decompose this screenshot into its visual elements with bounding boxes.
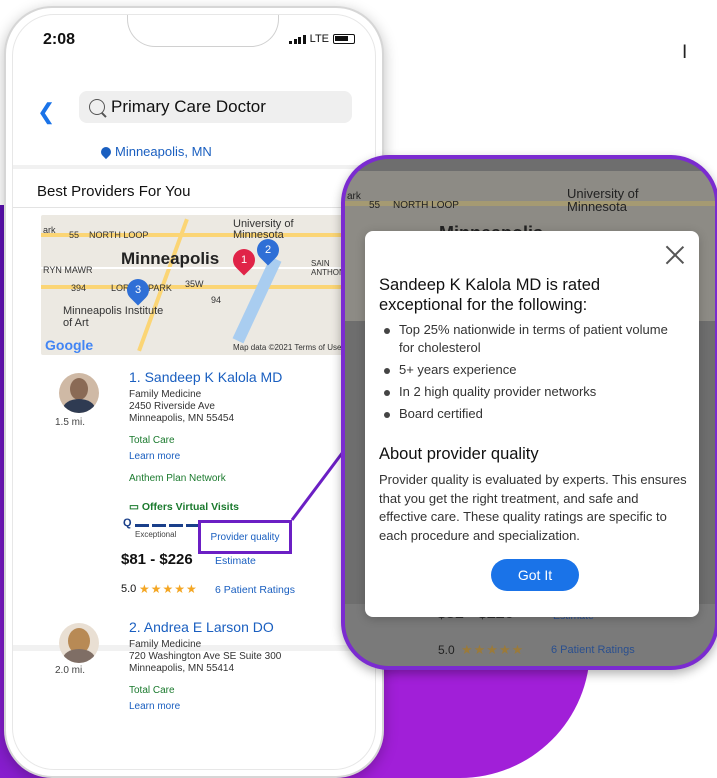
section-divider xyxy=(13,207,375,208)
map-label: SAIN ANTHON xyxy=(311,259,345,277)
phone-notch xyxy=(127,15,279,47)
quality-caption: Exceptional xyxy=(135,530,177,539)
price-range: $81 - $226 xyxy=(121,551,193,568)
about-text: Provider quality is evaluated by experts… xyxy=(379,472,687,543)
zoom-rating: 5.0 xyxy=(438,643,455,657)
location-label: Minneapolis, MN xyxy=(115,144,212,159)
reason-list: Top 25% nationwide in terms of patient v… xyxy=(379,321,679,427)
battery-icon xyxy=(333,34,355,44)
map-label: 35W xyxy=(185,279,204,289)
map-label: 55 xyxy=(69,230,80,240)
reason-item: In 2 high quality provider networks xyxy=(379,383,679,401)
provider-quality-link[interactable]: Provider quality xyxy=(198,520,292,554)
estimate-link[interactable]: Estimate xyxy=(215,555,256,567)
status-time: 2:08 xyxy=(43,31,76,48)
phone-screen: 2:08 LTE ❮ Primary Care Doctor Minneapol… xyxy=(12,14,376,770)
learn-more-link[interactable]: Learn more xyxy=(129,451,180,462)
zoom-star-icon: ★★★★★ xyxy=(461,642,525,657)
map-label: University of Minnesota xyxy=(567,186,639,214)
side-letter: I xyxy=(682,42,688,63)
plan-name: Total Care xyxy=(129,685,175,696)
star-rating-icon: ★★★★★ xyxy=(139,582,198,596)
google-logo: Google xyxy=(45,337,94,353)
map-marker-1[interactable]: 1 xyxy=(228,244,260,276)
modal-title: Sandeep K Kalola MD is rated exceptional… xyxy=(379,276,601,314)
map-credit: Map data ©2021 Terms of Use xyxy=(233,343,342,352)
map-label: University of Minnesota xyxy=(233,218,294,241)
provider-avatar xyxy=(59,623,99,663)
quality-bar xyxy=(152,524,166,527)
provider-map[interactable]: ark 55 NORTH LOOP University of Minnesot… xyxy=(41,215,345,355)
map-label: 394 xyxy=(71,283,87,293)
close-icon[interactable] xyxy=(665,245,685,265)
learn-more-link[interactable]: Learn more xyxy=(129,701,180,712)
map-label: Minneapolis Institute of Art xyxy=(63,305,164,329)
map-label: NORTH LOOP xyxy=(393,200,459,211)
map-label: ark xyxy=(347,191,361,202)
provider-specialty: Family Medicine xyxy=(129,389,202,400)
search-input[interactable]: Primary Care Doctor xyxy=(79,91,352,123)
quality-bar xyxy=(135,524,149,527)
provider-address-city: Minneapolis, MN 55414 xyxy=(129,663,235,674)
reason-item: Board certified xyxy=(379,405,679,423)
quality-bar xyxy=(169,524,183,527)
reason-item: Top 25% nationwide in terms of patient v… xyxy=(379,321,679,357)
map-label: 55 xyxy=(369,200,381,211)
zoom-ratings-link: 6 Patient Ratings xyxy=(551,644,635,656)
zoom-callout: ark 55 NORTH LOOP University of Minnesot… xyxy=(341,155,717,670)
provider-name[interactable]: 1. Sandeep K Kalola MD xyxy=(129,369,282,385)
phone-frame: 2:08 LTE ❮ Primary Care Doctor Minneapol… xyxy=(4,6,384,778)
section-title: Best Providers For You xyxy=(37,183,191,200)
provider-distance: 2.0 mi. xyxy=(55,665,86,676)
plan-name: Total Care xyxy=(129,435,175,446)
back-chevron-icon[interactable]: ❮ xyxy=(37,99,55,125)
map-label: RYN MAWR xyxy=(43,265,93,275)
provider-avatar xyxy=(59,373,99,413)
quality-icon: Q xyxy=(123,517,132,529)
rating-value: 5.0 xyxy=(121,583,137,595)
quality-modal: Sandeep K Kalola MD is rated exceptional… xyxy=(365,231,699,617)
provider-name[interactable]: 2. Andrea E Larson DO xyxy=(129,619,274,635)
patient-ratings-link[interactable]: 6 Patient Ratings xyxy=(215,584,295,596)
search-icon xyxy=(89,99,105,115)
network-label: LTE xyxy=(309,33,329,45)
status-icons: LTE xyxy=(289,33,355,45)
search-query: Primary Care Doctor xyxy=(111,97,266,116)
about-title: About provider quality xyxy=(379,445,539,463)
map-city-label: Minneapolis xyxy=(121,249,220,268)
signal-icon xyxy=(289,34,306,44)
map-label: ark xyxy=(43,225,56,235)
reason-item: 5+ years experience xyxy=(379,361,679,379)
provider-specialty: Family Medicine xyxy=(129,639,202,650)
provider-address: 2450 Riverside Ave xyxy=(129,401,215,412)
header-divider xyxy=(13,165,375,169)
virtual-visits-badge: ▭ Offers Virtual Visits xyxy=(129,501,239,513)
got-it-button[interactable]: Got It xyxy=(491,559,579,591)
location-selector[interactable]: Minneapolis, MN xyxy=(98,144,212,159)
map-label: NORTH LOOP xyxy=(89,230,149,240)
map-label: 94 xyxy=(211,295,222,305)
location-pin-icon xyxy=(98,144,114,159)
marketing-stage: I 2:08 LTE ❮ Primary Care Doctor Minneap… xyxy=(0,0,717,778)
map-marker-3[interactable]: 3 xyxy=(122,274,154,306)
provider-address: 720 Washington Ave SE Suite 300 xyxy=(129,651,282,662)
network-name: Anthem Plan Network xyxy=(129,473,226,484)
provider-distance: 1.5 mi. xyxy=(55,417,86,428)
provider-address-city: Minneapolis, MN 55454 xyxy=(129,413,235,424)
